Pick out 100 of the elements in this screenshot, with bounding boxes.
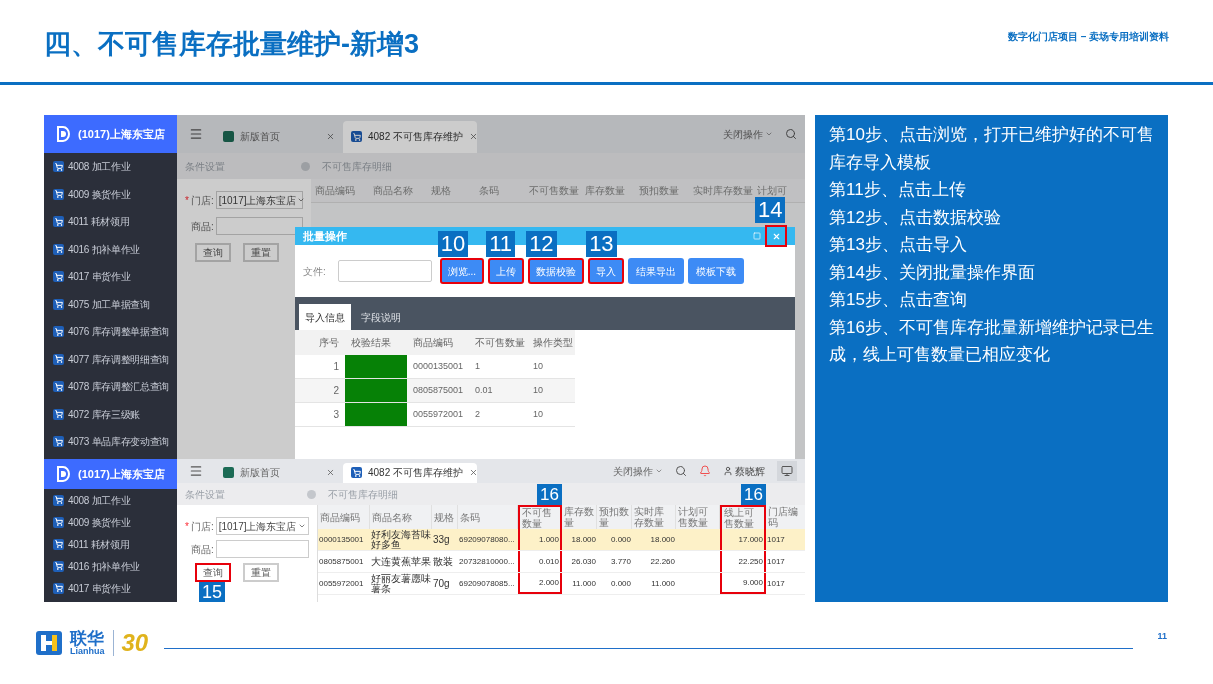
step-number-badge: 13 <box>586 231 617 257</box>
table-cell-text: 69209078085... <box>458 577 516 590</box>
tab[interactable]: 字段说明 <box>355 304 407 330</box>
user-menu[interactable]: 蔡晓辉 <box>723 463 765 479</box>
field-label: 商品: <box>191 219 214 234</box>
step-number-badge: 16 <box>537 484 562 505</box>
close-button[interactable] <box>765 225 787 247</box>
menu-item[interactable]: 4073 单品库存变动查询 <box>44 428 177 456</box>
tab[interactable]: 导入信息 <box>299 304 351 330</box>
menu-item[interactable]: 4077 库存调整明细查询 <box>44 345 177 373</box>
cart-icon <box>53 326 64 338</box>
cart-icon <box>53 494 64 506</box>
step-number-badge: 15 <box>199 582 226 602</box>
brand-name: 联华 <box>70 630 104 647</box>
cart-icon <box>53 560 64 572</box>
field-label: 商品: <box>191 542 214 557</box>
table-cell-text: 10 <box>532 383 544 397</box>
cart-icon <box>351 131 362 143</box>
menu-item[interactable]: 4078 库存调整汇总查询 <box>44 373 177 401</box>
table-cell-text: 1 <box>474 359 481 373</box>
menu-item[interactable]: 4011 耗材领用 <box>44 533 177 555</box>
close-icon[interactable] <box>326 468 335 478</box>
brand-latin-name: Lianhua <box>70 647 105 656</box>
menu-item[interactable]: 4072 库存三级账 <box>44 400 177 428</box>
step-text: 第12步、点击数据校验 <box>829 206 1002 229</box>
cart-icon <box>53 188 64 200</box>
product-field[interactable] <box>215 217 303 235</box>
menu-item[interactable]: 4076 库存调整单据查询 <box>44 318 177 346</box>
menu-item[interactable]: 4017 串货作业 <box>44 577 177 599</box>
table-cell-text: 18.000 <box>649 533 676 546</box>
close-icon[interactable] <box>469 468 479 478</box>
product-field[interactable] <box>215 540 309 558</box>
menu-item[interactable]: 4075 加工单据查询 <box>44 290 177 318</box>
required-mark: * <box>185 519 189 534</box>
close-icon <box>771 231 781 241</box>
table-cell-text: 散装 <box>432 554 454 569</box>
file-field[interactable] <box>337 260 432 282</box>
table-cell-text: 0000135001 <box>318 533 365 546</box>
page-number: 11 <box>1157 630 1167 643</box>
close-operations-menu[interactable]: 关闭操作 <box>723 126 773 142</box>
cart-icon <box>53 243 64 255</box>
field-label: 门店: <box>190 193 214 208</box>
tab[interactable]: 4082 不可售库存维护 <box>343 120 477 153</box>
table-cell: 9.000 <box>720 573 766 594</box>
store-select[interactable]: [1017]上海东宝店 <box>215 191 303 209</box>
table-cell-text: 0055972001 <box>412 407 465 421</box>
store-name: (1017)上海东宝店 <box>78 126 165 142</box>
form-button[interactable]: 重置 <box>243 243 279 262</box>
table-cell-text: 0000135001 <box>412 359 465 373</box>
menu-item[interactable]: 4017 串货作业 <box>44 263 177 291</box>
table-cell-text: 1017 <box>766 533 786 546</box>
table-cell-text: 1017 <box>766 555 786 568</box>
table-cell-text: 0.000 <box>609 533 632 546</box>
column-header: 商品编码 <box>412 336 454 350</box>
form-button[interactable]: 重置 <box>243 563 279 582</box>
brand-logo-icon <box>36 631 62 655</box>
bell-icon[interactable] <box>699 465 711 477</box>
step-text: 第15步、点击查询 <box>829 289 968 311</box>
column-header: 规格 <box>430 184 452 198</box>
menu-item[interactable]: 4016 扣补单作业 <box>44 555 177 577</box>
tab[interactable]: 4082 不可售库存维护 <box>343 462 477 483</box>
form-button[interactable]: 查询 <box>195 243 231 262</box>
menu-item[interactable]: 4008 加工作业 <box>44 153 177 181</box>
column-header: 条码 <box>478 184 500 198</box>
cart-icon <box>53 408 64 420</box>
table-cell: 好利友海苔味好多鱼 <box>370 529 432 550</box>
column-header: 计划可售数量 <box>678 506 709 528</box>
column-header: 商品编码 <box>320 511 360 523</box>
store-select[interactable]: [1017]上海东宝店 <box>215 517 309 535</box>
monitor-icon[interactable] <box>777 461 797 481</box>
step-number-badge: 10 <box>437 231 469 257</box>
column-header: 商品编码 <box>314 184 356 198</box>
close-icon[interactable] <box>326 132 335 142</box>
cart-icon <box>53 516 64 528</box>
tab[interactable]: 新版首页 <box>215 462 343 483</box>
form-button[interactable]: 查询 <box>195 563 231 582</box>
search-icon[interactable] <box>785 128 797 140</box>
menu-item[interactable]: 4009 换货作业 <box>44 511 177 533</box>
menu-icon[interactable] <box>189 464 203 478</box>
table-cell-text: 11.000 <box>571 577 597 590</box>
column-header: 不可售数量 <box>474 336 526 350</box>
menu-item[interactable]: 4009 换货作业 <box>44 180 177 208</box>
search-icon[interactable] <box>675 465 687 477</box>
table-row[interactable]: 0805875001 大连黄蕉苹果 散装 20732810000... 0.010 26.030 3.770 22.260 22.250 1017 <box>318 551 805 573</box>
menu-item[interactable]: 4011 耗材领用 <box>44 208 177 236</box>
table-cell-text: 2 <box>332 384 340 398</box>
menu-icon[interactable] <box>189 127 203 141</box>
cart-icon <box>351 467 362 479</box>
menu-item[interactable]: 4008 加工作业 <box>44 489 177 511</box>
menu-item[interactable]: 4016 扣补单作业 <box>44 235 177 263</box>
close-icon[interactable] <box>469 132 479 142</box>
tab[interactable]: 新版首页 <box>215 120 343 153</box>
close-operations-menu[interactable]: 关闭操作 <box>613 463 663 479</box>
store-logo-icon <box>56 126 70 142</box>
table-cell-text: 1017 <box>766 577 786 590</box>
caret-icon <box>296 196 305 204</box>
table-cell-text: 18.000 <box>570 533 597 546</box>
step-number-badge: 12 <box>526 231 557 257</box>
table-cell-text: 2 <box>474 407 481 421</box>
column-header: 商品名称 <box>372 184 414 198</box>
